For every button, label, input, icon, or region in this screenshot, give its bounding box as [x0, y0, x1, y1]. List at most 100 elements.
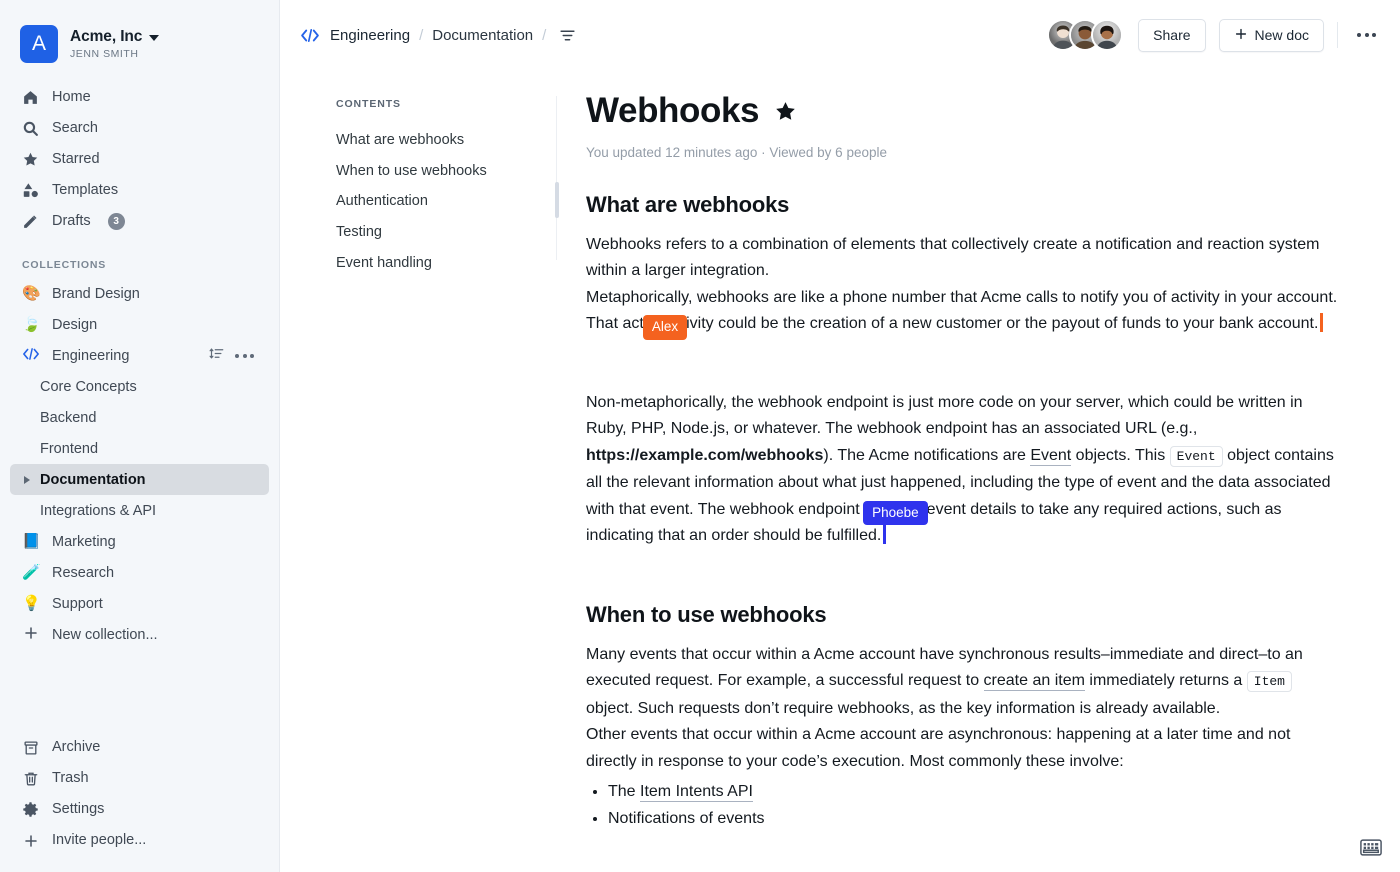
collection-label: Support [52, 595, 103, 612]
share-button[interactable]: Share [1138, 18, 1206, 52]
drafts-count-badge: 3 [107, 213, 125, 230]
sidebar-item-trash[interactable]: Trash [10, 763, 269, 794]
collab-caret-alex [1320, 313, 1323, 332]
section-heading-what-are-webhooks: What are webhooks [586, 191, 790, 217]
collection-design[interactable]: 🍃 Design [10, 309, 269, 340]
list-menu-icon[interactable] [559, 28, 576, 43]
paragraph-text: ). The Acme notifications are [823, 446, 1031, 464]
toc-item-what-are-webhooks[interactable]: What are webhooks [336, 125, 560, 156]
paragraph-async-events: Other events that occur within a Acme ac… [586, 722, 1340, 775]
new-doc-button-label: New doc [1254, 27, 1309, 43]
paragraph-text: object. Such requests don’t require webh… [586, 699, 1221, 717]
chevron-down-icon[interactable] [149, 34, 160, 41]
plus-icon [22, 625, 40, 644]
sidebar-item-label: Settings [52, 801, 105, 818]
sidebar-item-search[interactable]: Search [10, 113, 269, 144]
doc-label: Integrations & API [40, 502, 157, 519]
lightbulb-icon: 💡 [22, 595, 41, 612]
toc-item-authentication[interactable]: Authentication [336, 186, 560, 217]
paragraph-sync-events: Many events that occur within a Acme acc… [586, 642, 1340, 723]
paragraph-text: immediately returns a [1084, 672, 1247, 689]
sidebar-item-starred[interactable]: Starred [10, 144, 269, 175]
contents-heading: CONTENTS [336, 98, 401, 110]
paragraph-text: Webhooks refers to a combination of elem… [586, 235, 1320, 280]
topbar-actions: Share New doc [1047, 18, 1382, 52]
toc-scrollbar-thumb[interactable] [554, 182, 559, 218]
toc-item-testing[interactable]: Testing [336, 217, 560, 248]
breadcrumb-documentation[interactable]: Documentation [432, 27, 533, 44]
toc-item-when-to-use-webhooks[interactable]: When to use webhooks [336, 156, 560, 187]
paragraph-text: objects. This [1071, 446, 1170, 464]
new-doc-button[interactable]: New doc [1218, 18, 1324, 52]
toc-item-event-handling[interactable]: Event handling [336, 248, 560, 279]
async-events-list: The Item Intents API Notifications of ev… [586, 779, 1340, 832]
document-meta: You updated 12 minutes ago · Viewed by 6… [586, 144, 887, 160]
secondary-nav: Archive Trash Settings Invite people... [0, 732, 279, 872]
doc-label: Frontend [40, 440, 99, 457]
collection-engineering[interactable]: Engineering [10, 340, 269, 371]
engineering-row-actions [209, 346, 257, 365]
sidebar-item-label: Starred [52, 151, 100, 168]
sidebar-doc-integrations-api[interactable]: Integrations & API [10, 495, 269, 526]
sidebar-doc-documentation[interactable]: Documentation [10, 464, 269, 495]
collection-more-icon[interactable] [235, 351, 254, 361]
more-horizontal-icon[interactable] [1351, 27, 1382, 43]
section-heading-when-to-use-webhooks: When to use webhooks [586, 601, 827, 627]
document-title-row: Webhooks [586, 91, 1340, 131]
content-area: CONTENTS What are webhooks When to use w… [280, 70, 1400, 872]
flask-icon: 🧪 [22, 564, 41, 581]
paragraph-text: Other events that occur within a Acme ac… [586, 726, 1291, 770]
document-body: Webhooks You updated 12 minutes ago · Vi… [560, 70, 1400, 872]
sidebar-doc-frontend[interactable]: Frontend [10, 433, 269, 464]
list-item: The Item Intents API [608, 779, 1340, 806]
paragraph-text-after-cursor: ivity could be the creation of a new cus… [686, 315, 1319, 332]
sidebar-item-settings[interactable]: Settings [10, 794, 269, 825]
list-item-prefix: Notifications of events [608, 809, 765, 827]
main-panel: Engineering / Documentation / Share New … [280, 0, 1400, 872]
doc-label: Documentation [40, 471, 146, 488]
collection-support[interactable]: 💡 Support [10, 588, 269, 619]
collection-brand-design[interactable]: 🎨 Brand Design [10, 278, 269, 309]
team-switcher[interactable]: A Acme, Inc JENN SMITH [0, 0, 279, 70]
breadcrumb-engineering[interactable]: Engineering [330, 27, 410, 44]
link-create-an-item[interactable]: create an item [983, 672, 1085, 691]
list-item: Notifications of events [608, 806, 1340, 833]
toolbar-divider [1337, 22, 1338, 48]
disclosure-triangle-icon[interactable] [24, 475, 30, 484]
sidebar-doc-core-concepts[interactable]: Core Concepts [10, 371, 269, 402]
collection-label: Brand Design [52, 285, 140, 302]
collection-marketing[interactable]: 📘 Marketing [10, 526, 269, 557]
star-icon [22, 151, 39, 168]
collection-label: Design [52, 316, 98, 333]
star-icon[interactable] [774, 100, 797, 123]
sidebar-item-templates[interactable]: Templates [10, 175, 269, 206]
sidebar-doc-backend[interactable]: Backend [10, 402, 269, 433]
code-brackets-icon [22, 347, 40, 364]
sidebar-item-home[interactable]: Home [10, 82, 269, 113]
top-bar: Engineering / Documentation / Share New … [280, 0, 1400, 70]
sidebar-item-label: Templates [52, 182, 119, 199]
team-username: JENN SMITH [70, 47, 139, 60]
webhook-url-text: https://example.com/webhooks [586, 446, 824, 464]
sidebar: A Acme, Inc JENN SMITH Home Search Starr… [0, 0, 280, 872]
team-name-row: Acme, Inc [70, 28, 160, 46]
plus-icon [1234, 27, 1248, 44]
sidebar-item-drafts[interactable]: Drafts 3 [10, 206, 269, 237]
keyboard-shortcuts-button[interactable] [1360, 839, 1382, 856]
avatar[interactable] [1091, 19, 1124, 51]
collab-cursor-alex: Alex [642, 315, 688, 340]
sidebar-item-archive[interactable]: Archive [10, 732, 269, 763]
sort-icon[interactable] [209, 346, 224, 365]
paragraph-text: Non-metaphorically, the webhook endpoint… [586, 393, 1303, 438]
collaborator-avatars[interactable] [1047, 19, 1124, 51]
new-collection-label: New collection... [52, 626, 158, 643]
sidebar-item-invite-people[interactable]: Invite people... [10, 825, 269, 856]
collab-cursor-phoebe: Phoebe [863, 500, 928, 525]
new-collection-button[interactable]: New collection... [10, 619, 269, 650]
breadcrumb-separator: / [419, 26, 424, 44]
toc-divider [556, 96, 557, 260]
collection-research[interactable]: 🧪 Research [10, 557, 269, 588]
link-item-intents-api[interactable]: Item Intents API [640, 783, 753, 802]
code-chip-event: Event [1169, 445, 1223, 467]
link-event[interactable]: Event [1030, 446, 1072, 466]
